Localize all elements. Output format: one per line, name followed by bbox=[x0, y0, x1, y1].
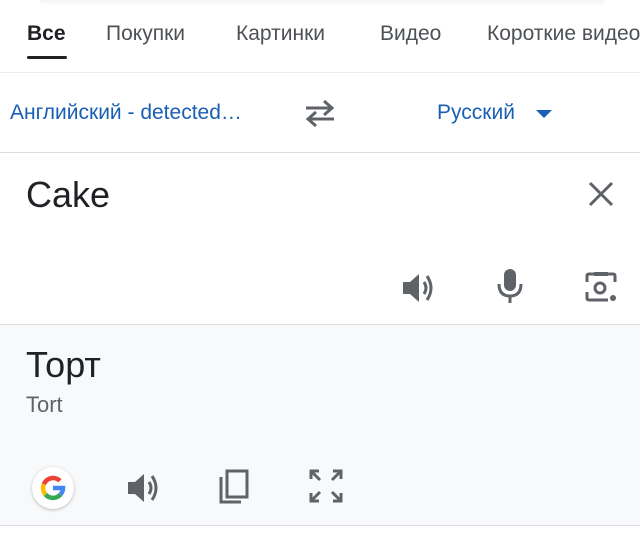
tab-images[interactable]: Картинки bbox=[236, 20, 325, 48]
speaker-icon[interactable] bbox=[401, 271, 437, 310]
result-panel: Торт Tort bbox=[0, 325, 640, 526]
transliteration-text: Tort bbox=[26, 392, 63, 417]
copy-icon[interactable] bbox=[217, 468, 251, 511]
swap-arrows-icon[interactable] bbox=[302, 97, 338, 129]
tab-shopping[interactable]: Покупки bbox=[106, 20, 185, 48]
google-logo-icon[interactable] bbox=[32, 467, 74, 509]
camera-icon[interactable] bbox=[584, 270, 618, 309]
tab-all[interactable]: Все bbox=[27, 20, 66, 48]
source-language-button[interactable]: Английский - detected… bbox=[10, 99, 270, 127]
translation-text: Торт bbox=[26, 344, 101, 385]
active-tab-indicator bbox=[27, 56, 67, 59]
microphone-icon[interactable] bbox=[496, 267, 524, 310]
language-bar: Английский - detected… Русский bbox=[0, 73, 640, 153]
source-text-input[interactable]: Cake bbox=[26, 173, 110, 217]
fullscreen-icon[interactable] bbox=[308, 468, 344, 509]
caret-down-icon[interactable] bbox=[536, 110, 552, 118]
target-language-button[interactable]: Русский bbox=[437, 99, 515, 127]
tab-short-videos[interactable]: Короткие видео bbox=[487, 20, 640, 48]
search-tabs: Все Покупки Картинки Видео Короткие виде… bbox=[0, 0, 640, 73]
source-panel: Cake bbox=[0, 153, 640, 325]
close-icon[interactable] bbox=[586, 179, 616, 209]
speaker-icon[interactable] bbox=[126, 471, 162, 510]
tab-videos[interactable]: Видео bbox=[380, 20, 441, 48]
